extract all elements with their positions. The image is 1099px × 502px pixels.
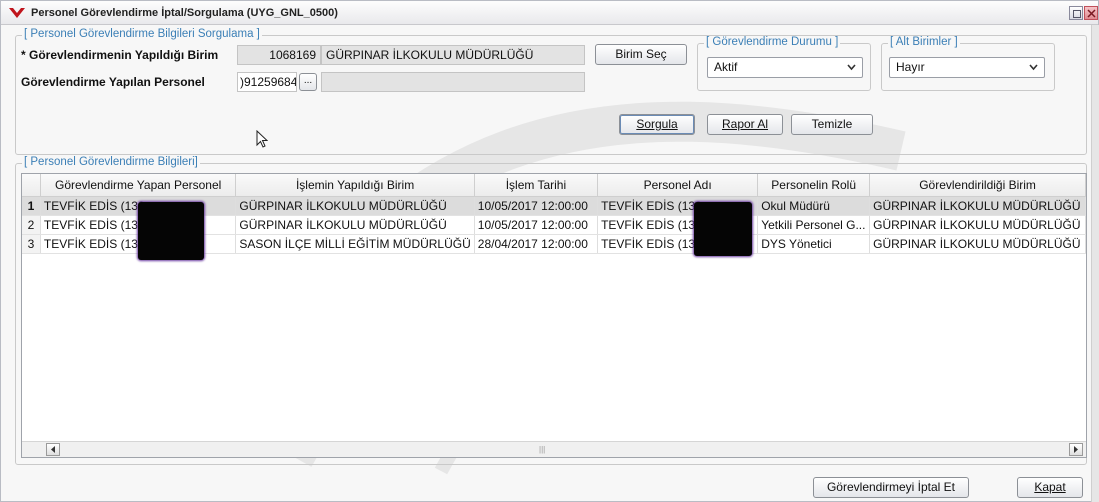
column-header[interactable]: İşlem Tarihi [474, 174, 599, 197]
close-button-label: Kapat [1034, 480, 1066, 494]
table-cell: Okul Müdürü [757, 196, 871, 216]
column-header[interactable]: Personelin Rolü [757, 174, 871, 197]
sub-units-group-title: [ Alt Birimler ] [888, 36, 960, 48]
status-select[interactable]: Aktif [707, 57, 863, 78]
close-window-button[interactable] [1084, 6, 1098, 20]
table-cell: Yetkili Personel G... [757, 215, 871, 235]
cancel-assignment-label: Görevlendirmeyi İptal Et [826, 480, 956, 494]
table-header-row: Görevlendirme Yapan Personel İşlemin Yap… [22, 174, 1086, 197]
birim-label: * Görevlendirmenin Yapıldığı Birim [21, 48, 219, 62]
row-number: 1 [22, 196, 41, 216]
personel-name-field [321, 72, 585, 92]
temizle-button[interactable]: Temizle [791, 114, 873, 135]
birim-code-field: 1068169 [237, 45, 321, 65]
app-logo-icon [9, 8, 25, 18]
cancel-assignment-button[interactable]: Görevlendirmeyi İptal Et [813, 477, 969, 498]
mouse-cursor-icon [256, 130, 268, 148]
restore-button[interactable] [1069, 6, 1083, 20]
temizle-label: Temizle [811, 117, 853, 131]
chevron-down-icon [847, 64, 856, 71]
close-icon [1087, 9, 1096, 18]
status-group-title: [ Görevlendirme Durumu ] [704, 36, 841, 48]
personel-id-input[interactable]: )91259684 [237, 72, 297, 92]
window-scrollbar[interactable] [1091, 25, 1099, 502]
results-grid: Görevlendirme Yapan Personel İşlemin Yap… [21, 173, 1087, 458]
column-header[interactable]: Personel Adı [597, 174, 759, 197]
chevron-left-icon [51, 446, 55, 453]
rapor-al-button[interactable]: Rapor Al [707, 114, 783, 135]
table-cell: SASON İLÇE MİLLİ EĞİTİM MÜDÜRLÜĞÜ [235, 234, 475, 254]
window-title: Personel Görevlendirme İptal/Sorgulama (… [31, 7, 338, 19]
table-cell: 28/04/2017 12:00:00 [474, 234, 599, 254]
table-cell: 10/05/2017 12:00:00 [474, 215, 599, 235]
sub-units-select[interactable]: Hayır [889, 57, 1045, 78]
column-header[interactable]: Görevlendirildiği Birim [869, 174, 1086, 197]
redaction-block [694, 202, 752, 256]
chevron-right-icon [1074, 446, 1078, 453]
scroll-grip[interactable]: ||| [539, 445, 545, 454]
title-bar: Personel Görevlendirme İptal/Sorgulama (… [1, 1, 1098, 25]
table-cell: GÜRPINAR İLKOKULU MÜDÜRLÜĞÜ [869, 196, 1086, 216]
column-header[interactable]: İşlemin Yapıldığı Birim [235, 174, 475, 197]
row-number: 2 [22, 215, 41, 235]
table-cell: GÜRPINAR İLKOKULU MÜDÜRLÜĞÜ [235, 215, 475, 235]
table-cell: 10/05/2017 12:00:00 [474, 196, 599, 216]
sorgula-button[interactable]: Sorgula [619, 114, 695, 135]
chevron-down-icon [1029, 64, 1038, 71]
table-cell: GÜRPINAR İLKOKULU MÜDÜRLÜĞÜ [235, 196, 475, 216]
birim-sec-button[interactable]: Birim Seç [595, 44, 687, 65]
table-cell: GÜRPINAR İLKOKULU MÜDÜRLÜĞÜ [869, 234, 1086, 254]
redaction-block [138, 202, 204, 260]
results-group-title: [ Personel Görevlendirme Bilgileri] [22, 156, 200, 168]
sub-units-selected-value: Hayır [896, 60, 925, 74]
status-selected-value: Aktif [714, 60, 738, 74]
personel-label: Görevlendirme Yapılan Personel [21, 75, 205, 89]
column-header[interactable] [22, 174, 41, 197]
rapor-al-label: Rapor Al [721, 117, 769, 131]
personel-browse-button[interactable]: ... [299, 73, 317, 91]
scroll-right-button[interactable] [1069, 443, 1083, 456]
column-header[interactable]: Görevlendirme Yapan Personel [40, 174, 237, 197]
app-window: Personel Görevlendirme İptal/Sorgulama (… [0, 0, 1099, 502]
table-cell: DYS Yönetici [757, 234, 871, 254]
horizontal-scrollbar[interactable]: ||| [22, 441, 1086, 457]
scroll-left-button[interactable] [46, 443, 60, 456]
table-cell: GÜRPINAR İLKOKULU MÜDÜRLÜĞÜ [869, 215, 1086, 235]
query-group-title: [ Personel Görevlendirme Bilgileri Sorgu… [22, 28, 262, 40]
birim-sec-label: Birim Seç [615, 47, 667, 61]
row-number: 3 [22, 234, 41, 254]
birim-name-field: GÜRPINAR İLKOKULU MÜDÜRLÜĞÜ [321, 45, 585, 65]
close-button[interactable]: Kapat [1017, 477, 1083, 498]
sorgula-label: Sorgula [636, 117, 678, 131]
